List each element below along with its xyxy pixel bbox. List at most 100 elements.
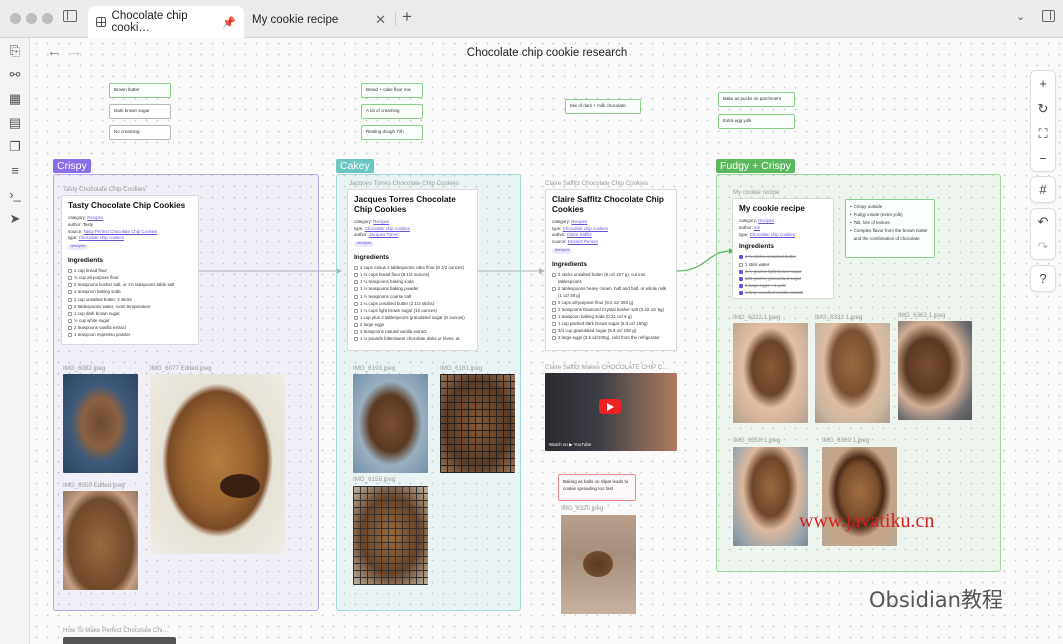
- category-link[interactable]: Recipes: [373, 219, 389, 224]
- checkbox[interactable]: [68, 311, 72, 316]
- type-link[interactable]: Chocolate chip cookies: [365, 226, 410, 231]
- graph-view-icon[interactable]: ⚯: [7, 67, 23, 83]
- checkbox[interactable]: [68, 304, 72, 309]
- type-link[interactable]: Chocolate chip cookies: [750, 232, 795, 237]
- author-link[interactable]: Jacques Torres: [369, 232, 399, 237]
- open-file-icon[interactable]: ⎘: [7, 43, 23, 59]
- card-my-recipe[interactable]: My cookie recipe category: Recipes autho…: [732, 198, 834, 299]
- card-saffitz-recipe[interactable]: Claire Saffitz Chocolate Chip Cookies ca…: [545, 189, 677, 351]
- card-tasty-recipe[interactable]: Tasty Chocolate Chip Cookies category: R…: [61, 195, 199, 345]
- video-embed-partial[interactable]: [63, 637, 176, 644]
- checkbox[interactable]: [354, 330, 358, 335]
- source-link[interactable]: Tasty Perfect Chocolate Chip Cookies: [84, 229, 158, 234]
- checkbox[interactable]: [354, 273, 358, 278]
- group-label-fudgy[interactable]: Fudgy + Crispy: [716, 159, 795, 173]
- tab-my-cookie-recipe[interactable]: My cookie recipe ✕: [244, 6, 394, 34]
- checkbox[interactable]: [552, 272, 556, 277]
- grid-snap-icon[interactable]: #: [1031, 177, 1055, 202]
- photo-img6358[interactable]: [733, 447, 808, 546]
- zoom-to-fit-icon[interactable]: ⛶: [1031, 121, 1055, 146]
- recipes-tag[interactable]: #recipes: [552, 248, 573, 254]
- checkbox[interactable]: [68, 318, 72, 323]
- youtube-video-embed[interactable]: Watch on ▶ YouTube: [545, 373, 677, 451]
- checkbox[interactable]: [68, 276, 72, 281]
- checkbox[interactable]: [552, 336, 556, 341]
- zoom-out-icon[interactable]: −: [1031, 146, 1055, 171]
- checkbox[interactable]: [68, 269, 72, 274]
- checkbox[interactable]: [68, 297, 72, 302]
- checkbox[interactable]: [68, 326, 72, 331]
- author-link[interactable]: Claire Saffitz: [567, 232, 592, 237]
- checkbox[interactable]: [739, 269, 743, 274]
- checkbox[interactable]: [552, 286, 556, 291]
- redo-icon[interactable]: ↷: [1031, 234, 1055, 259]
- note-bake-pucks[interactable]: Bake as pucks on parchment: [718, 92, 795, 107]
- photo-img6193[interactable]: [353, 374, 428, 473]
- checkbox[interactable]: [354, 308, 358, 313]
- checkbox[interactable]: [552, 300, 556, 305]
- photo-img6333[interactable]: [815, 323, 890, 423]
- checkbox[interactable]: [552, 307, 556, 312]
- source-link[interactable]: Dessert Person: [568, 239, 598, 244]
- type-link[interactable]: Chocolate chip cookies: [79, 235, 124, 240]
- zoom-in-icon[interactable]: +: [1031, 71, 1055, 96]
- calendar-icon[interactable]: ▤: [7, 115, 23, 131]
- undo-icon[interactable]: ↶: [1031, 209, 1055, 234]
- checkbox[interactable]: [354, 301, 358, 306]
- new-tab-icon[interactable]: +: [402, 7, 412, 27]
- photo-img6082[interactable]: [63, 374, 138, 473]
- note-bread-cake-flour[interactable]: Bread + cake flour mix: [361, 83, 423, 98]
- tab-list-chevron-icon[interactable]: ⌄: [1016, 10, 1025, 23]
- checkbox[interactable]: [354, 287, 358, 292]
- checkbox[interactable]: [552, 315, 556, 320]
- checkbox[interactable]: [68, 290, 72, 295]
- checkbox[interactable]: [739, 276, 743, 281]
- checkbox[interactable]: [739, 262, 743, 267]
- checkbox[interactable]: [354, 266, 358, 271]
- close-tab-icon[interactable]: ✕: [375, 12, 386, 28]
- note-resting-dough[interactable]: Resting dough 72h: [361, 125, 423, 140]
- photo-img6050[interactable]: [63, 491, 138, 590]
- photo-img6077[interactable]: [150, 374, 285, 554]
- card-torres-recipe[interactable]: Jacques Torres Chocolate Chip Cookies ca…: [347, 189, 478, 351]
- canvas-icon[interactable]: ▦: [7, 91, 23, 107]
- note-crispy-outside[interactable]: • Crispy outside • Fudgy inside (extra yolk…: [845, 199, 935, 258]
- note-baking-as-balls[interactable]: Baking as balls on silpat leads to cooki…: [558, 474, 636, 501]
- checkbox[interactable]: [552, 329, 556, 334]
- category-link[interactable]: Recipes: [87, 215, 103, 220]
- recipes-tag[interactable]: #recipes: [68, 244, 89, 251]
- photo-img6181[interactable]: [440, 374, 515, 473]
- minimize-window-button[interactable]: [26, 13, 37, 24]
- category-link[interactable]: Recipes: [758, 218, 774, 223]
- checkbox[interactable]: [354, 280, 358, 285]
- checkbox[interactable]: [354, 315, 358, 320]
- photo-img6320[interactable]: [561, 515, 636, 614]
- checkbox[interactable]: [354, 323, 358, 328]
- templates-icon[interactable]: ❐: [7, 139, 23, 155]
- reset-zoom-icon[interactable]: ↻: [1031, 96, 1055, 121]
- help-icon[interactable]: ?: [1031, 266, 1055, 291]
- close-window-button[interactable]: [10, 13, 21, 24]
- tab-chocolate-chip[interactable]: Chocolate chip cooki… 📌: [88, 6, 244, 38]
- command-palette-icon[interactable]: ≡: [7, 163, 23, 179]
- note-mix-chocolate[interactable]: Mix of dark + milk chocolate: [565, 99, 641, 114]
- send-icon[interactable]: ➤: [7, 211, 23, 227]
- pin-icon[interactable]: 📌: [222, 16, 236, 29]
- type-link[interactable]: Chocolate chip cookies: [563, 226, 608, 231]
- photo-img6363[interactable]: [898, 321, 972, 420]
- checkbox[interactable]: [354, 294, 358, 299]
- zoom-window-button[interactable]: [42, 13, 53, 24]
- right-sidebar-toggle-icon[interactable]: [1042, 10, 1055, 22]
- group-label-crispy[interactable]: Crispy: [53, 159, 91, 173]
- group-label-cakey[interactable]: Cakey: [336, 159, 374, 173]
- category-link[interactable]: Recipes: [571, 219, 587, 224]
- checkbox[interactable]: [739, 283, 743, 288]
- checkbox[interactable]: [68, 333, 72, 338]
- photo-img6158[interactable]: [353, 486, 428, 585]
- play-button-icon[interactable]: [599, 399, 621, 414]
- toggle-sidebar-icon[interactable]: [63, 10, 77, 22]
- recipes-tag[interactable]: #recipes: [354, 241, 375, 248]
- note-dark-brown-sugar[interactable]: Dark brown sugar: [109, 104, 171, 119]
- note-extra-yolk[interactable]: Extra egg yolk: [718, 114, 795, 129]
- checkbox[interactable]: [68, 283, 72, 288]
